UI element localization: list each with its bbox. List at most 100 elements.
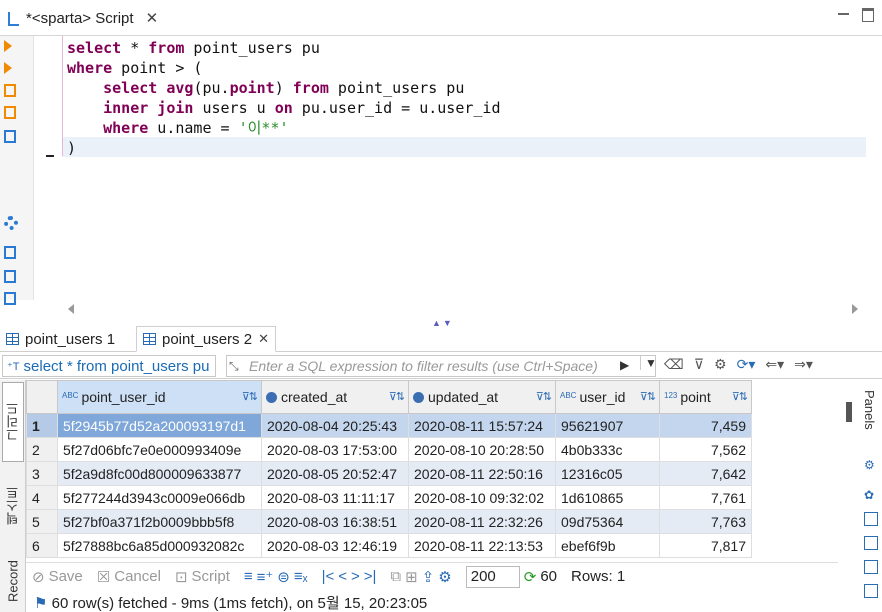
edit-row-icon[interactable]: ≡ — [244, 568, 253, 585]
table-row[interactable]: 6 5f27888bc6a85d000932082c 2020-08-03 12:4… — [26, 533, 752, 558]
panel-value-icon[interactable]: ⚙ — [864, 458, 878, 472]
row-number[interactable]: 4 — [26, 485, 58, 510]
editor-tab-script[interactable]: *<sparta> Script ✕ — [0, 0, 164, 36]
table-cell[interactable]: 5f2a9d8fc00d800009633877 — [57, 461, 262, 486]
maximize-icon[interactable] — [862, 8, 874, 22]
sort-filter-icon[interactable]: ⊽⇅ — [640, 390, 656, 403]
panel-grid-icon[interactable] — [864, 512, 878, 526]
filter-clear-icon[interactable]: ⊽ — [694, 356, 704, 373]
table-cell[interactable]: ebef6f9b — [555, 533, 660, 558]
row-number[interactable]: 5 — [26, 509, 58, 534]
table-cell[interactable]: 5f27888bc6a85d000932082c — [57, 533, 262, 558]
copy-row-icon[interactable]: ⊜ — [277, 568, 290, 586]
cancel-button[interactable]: ☒ Cancel — [97, 568, 161, 586]
execute-in-new-tab-icon[interactable] — [4, 62, 18, 76]
table-cell[interactable]: 2020-08-10 09:32:02 — [408, 485, 556, 510]
table-cell[interactable]: 95621907 — [555, 413, 660, 438]
table-cell[interactable]: 7,817 — [659, 533, 752, 558]
table-cell[interactable]: 2020-08-11 22:32:26 — [408, 509, 556, 534]
table-cell[interactable]: 2020-08-05 20:52:47 — [261, 461, 409, 486]
row-number[interactable]: 2 — [26, 437, 58, 462]
eraser-icon[interactable]: ⌫ — [664, 356, 684, 373]
results-grid[interactable]: ABC point_user_id ⊽⇅ created_at ⊽⇅ updated_at… — [26, 380, 752, 558]
column-header-point[interactable]: 123 point ⊽⇅ — [659, 380, 752, 414]
table-cell[interactable]: 5f277244d3943c0009e066db — [57, 485, 262, 510]
table-cell[interactable]: 7,761 — [659, 485, 752, 510]
column-header-user-id[interactable]: ABC user_id ⊽⇅ — [555, 380, 660, 414]
table-cell[interactable]: 1d610865 — [555, 485, 660, 510]
execute-statement-icon[interactable] — [4, 40, 18, 54]
save-script-icon[interactable] — [4, 270, 18, 284]
script-button[interactable]: ⊡ Script — [175, 568, 230, 586]
table-cell[interactable]: 7,642 — [659, 461, 752, 486]
panel-calc-icon[interactable] — [864, 536, 878, 550]
sort-filter-icon[interactable]: ⊽⇅ — [389, 390, 405, 403]
panel-stats-icon[interactable] — [864, 584, 878, 598]
table-row[interactable]: 2 5f27d06bfc7e0e000993409e 2020-08-03 17:5… — [26, 437, 752, 462]
filter-settings-icon[interactable]: ⚙ — [714, 356, 727, 373]
table-row[interactable]: 3 5f2a9d8fc00d800009633877 2020-08-05 20:5… — [26, 461, 752, 486]
sort-filter-icon[interactable]: ⊽⇅ — [732, 390, 748, 403]
row-number[interactable]: 3 — [26, 461, 58, 486]
grid-corner[interactable] — [26, 380, 58, 414]
filter-input[interactable]: Enter a SQL expression to filter results… — [226, 355, 656, 377]
table-cell[interactable]: 4b0b333c — [555, 437, 660, 462]
link-icon[interactable]: ⧉ — [390, 568, 401, 585]
table-cell[interactable]: 2020-08-03 17:53:00 — [261, 437, 409, 462]
fetch-all-button[interactable]: ⟳ 60 — [524, 568, 557, 586]
table-cell[interactable]: 5f27d06bfc7e0e000993409e — [57, 437, 262, 462]
export-icon[interactable]: ⇪ — [422, 568, 435, 586]
navigation-tools[interactable]: |< < > >| — [322, 568, 377, 585]
tab-grid-view[interactable]: 그리드 — [2, 382, 24, 462]
fetch-settings-icon[interactable]: ⚙ — [438, 568, 451, 586]
refresh-icon[interactable]: ⟳▾ — [737, 356, 756, 373]
misc-tools[interactable]: ⧉ ⊞ ⇪ ⚙ — [390, 568, 451, 586]
table-cell[interactable]: 09d75364 — [555, 509, 660, 534]
vertical-scrollbar[interactable] — [846, 402, 852, 422]
filter-history-icon[interactable]: ▶ — [620, 358, 629, 372]
edit-tools[interactable]: ≡ ≡⁺ ⊜ ≡ₓ — [244, 568, 308, 586]
table-cell[interactable]: 2020-08-11 22:50:16 — [408, 461, 556, 486]
tab-text-view[interactable]: 텍스트 — [2, 470, 24, 542]
first-page-icon[interactable]: |< — [322, 568, 335, 585]
column-header-point-user-id[interactable]: ABC point_user_id ⊽⇅ — [57, 380, 262, 414]
execute-script-icon[interactable] — [4, 84, 18, 98]
forward-icon[interactable]: ⇒▾ — [794, 356, 813, 373]
tab-point-users-2[interactable]: point_users 2 ✕ — [136, 326, 276, 352]
table-cell[interactable]: 7,562 — [659, 437, 752, 462]
table-cell[interactable]: 2020-08-04 20:25:43 — [261, 413, 409, 438]
add-row-icon[interactable]: ≡⁺ — [257, 568, 274, 586]
table-cell[interactable]: 2020-08-11 22:13:53 — [408, 533, 556, 558]
prev-page-icon[interactable]: < — [338, 568, 347, 585]
tab-point-users-1[interactable]: point_users 1 — [0, 326, 121, 352]
close-icon[interactable]: ✕ — [258, 331, 269, 347]
table-cell[interactable]: 12316c05 — [555, 461, 660, 486]
scroll-right-icon[interactable] — [852, 304, 858, 314]
last-page-icon[interactable]: >| — [364, 568, 377, 585]
back-icon[interactable]: ⇐▾ — [765, 356, 784, 373]
select-icon[interactable]: ⊞ — [405, 568, 418, 586]
minimize-icon[interactable] — [838, 8, 850, 20]
table-cell[interactable]: 2020-08-03 11:11:17 — [261, 485, 409, 510]
table-cell[interactable]: 7,763 — [659, 509, 752, 534]
close-icon[interactable]: ✕ — [146, 9, 159, 27]
query-text-field[interactable]: ⁺T select * from point_users pu — [2, 355, 216, 377]
next-page-icon[interactable]: > — [351, 568, 360, 585]
scroll-left-icon[interactable] — [68, 304, 74, 314]
table-cell[interactable]: 2020-08-03 12:46:19 — [261, 533, 409, 558]
table-cell[interactable]: 7,459 — [659, 413, 752, 438]
table-row[interactable]: 5 5f27bf0a371f2b0009bbb5f8 2020-08-03 16:3… — [26, 509, 752, 534]
settings-gear-icon[interactable] — [4, 216, 18, 230]
panel-refs-icon[interactable] — [864, 560, 878, 574]
column-header-created-at[interactable]: created_at ⊽⇅ — [261, 380, 409, 414]
table-cell[interactable]: 5f27bf0a371f2b0009bbb5f8 — [57, 509, 262, 534]
explain-plan-icon[interactable] — [4, 130, 18, 144]
sql-code[interactable]: select * from point_users pu where point … — [67, 38, 501, 158]
execute-script-new-tab-icon[interactable] — [4, 106, 18, 120]
sort-filter-icon[interactable]: ⊽⇅ — [536, 390, 552, 403]
table-cell[interactable]: 5f2945b77d52a200093197d1 — [57, 413, 262, 438]
table-row[interactable]: 4 5f277244d3943c0009e066db 2020-08-03 11:1… — [26, 485, 752, 510]
column-header-updated-at[interactable]: updated_at ⊽⇅ — [408, 380, 556, 414]
delete-row-icon[interactable]: ≡ₓ — [294, 568, 308, 585]
table-cell[interactable]: 2020-08-10 20:28:50 — [408, 437, 556, 462]
